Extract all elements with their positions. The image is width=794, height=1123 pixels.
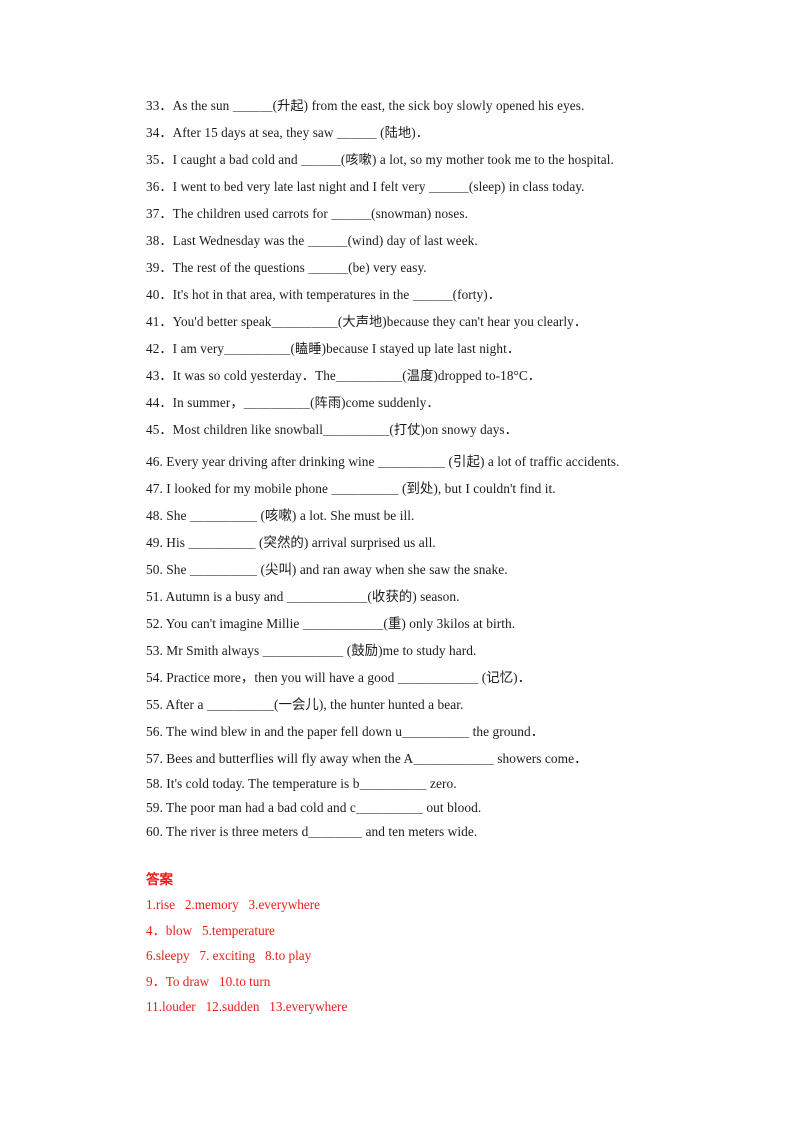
exercise-item: 49. His ＿＿＿＿＿ (突然的) arrival surprised us… xyxy=(146,535,436,550)
exercise-item: 48. She ＿＿＿＿＿ (咳嗽) a lot. She must be il… xyxy=(146,508,415,523)
answer-key-title: 答案 xyxy=(146,872,173,888)
exercise-item: 55. After a ＿＿＿＿＿(一会儿), the hunter hunte… xyxy=(146,697,464,712)
exercise-item: 33．As the sun ＿＿＿(升起) from the east, the… xyxy=(146,98,585,113)
exercise-item: 60. The river is three meters d＿＿＿＿ and … xyxy=(146,824,478,839)
exercise-item: 39．The rest of the questions ＿＿＿(be) ver… xyxy=(146,260,427,275)
exercise-item: 54. Practice more，then you will have a g… xyxy=(146,670,532,685)
exercise-item: 35．I caught a bad cold and ＿＿＿(咳嗽) a lot… xyxy=(146,152,614,167)
exercise-item: 38．Last Wednesday was the ＿＿＿(wind) day … xyxy=(146,233,478,248)
exercise-item: 56. The wind blew in and the paper fell … xyxy=(146,724,545,739)
exercise-item: 34．After 15 days at sea, they saw ＿＿＿ (陆… xyxy=(146,125,430,140)
exercise-item: 58. It's cold today. The temperature is … xyxy=(146,776,457,791)
exercise-item: 50. She ＿＿＿＿＿ (尖叫) and ran away when she… xyxy=(146,562,508,577)
exercise-item: 43．It was so cold yesterday．The＿＿＿＿＿(温度)… xyxy=(146,368,542,383)
answer-line: 4．blow 5.temperature xyxy=(146,922,275,938)
worksheet-page: 33．As the sun ＿＿＿(升起) from the east, the… xyxy=(0,0,794,1123)
exercise-item: 37．The children used carrots for ＿＿＿(sno… xyxy=(146,206,468,221)
exercise-item: 36．I went to bed very late last night an… xyxy=(146,179,585,194)
exercise-group-one: 33．As the sun ＿＿＿(升起) from the east, the… xyxy=(146,92,666,443)
answer-line: 11.louder 12.sudden 13.everywhere xyxy=(146,999,348,1015)
exercise-item: 52. You can't imagine Millie ＿＿＿＿＿＿(重) o… xyxy=(146,616,516,631)
exercise-item: 47. I looked for my mobile phone ＿＿＿＿＿ (… xyxy=(146,481,556,496)
exercise-group-two: 46. Every year driving after drinking wi… xyxy=(146,448,666,844)
exercise-item: 51. Autumn is a busy and ＿＿＿＿＿＿(收获的) sea… xyxy=(146,589,460,604)
exercise-item: 45．Most children like snowball＿＿＿＿＿(打仗)o… xyxy=(146,422,518,437)
answer-line: 6.sleepy 7. exciting 8.to play xyxy=(146,948,312,964)
answer-key-section: 答案 1.rise 2.memory 3.everywhere 4．blow 5… xyxy=(146,868,576,1020)
exercise-item: 59. The poor man had a bad cold and c＿＿＿… xyxy=(146,800,482,815)
answer-line: 1.rise 2.memory 3.everywhere xyxy=(146,897,320,912)
exercise-item: 40．It's hot in that area, with temperatu… xyxy=(146,287,502,302)
exercise-item: 57. Bees and butterflies will fly away w… xyxy=(146,751,588,766)
exercise-item: 46. Every year driving after drinking wi… xyxy=(146,454,620,469)
answer-line: 9．To draw 10.to turn xyxy=(146,973,271,989)
exercise-item: 53. Mr Smith always ＿＿＿＿＿＿ (鼓励)me to stu… xyxy=(146,643,477,658)
exercise-item: 41．You'd better speak＿＿＿＿＿(大声地)because t… xyxy=(146,314,588,329)
exercise-item: 44．In summer，＿＿＿＿＿(阵雨)come suddenly． xyxy=(146,395,440,410)
exercise-item: 42．I am very＿＿＿＿＿(瞌睡)because I stayed up… xyxy=(146,341,521,356)
